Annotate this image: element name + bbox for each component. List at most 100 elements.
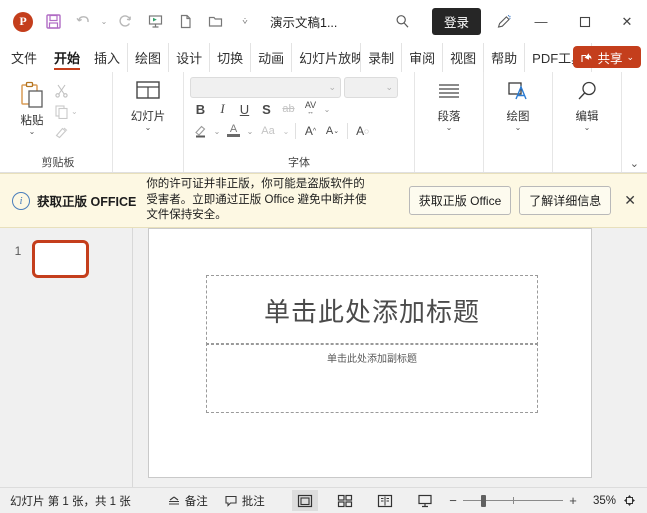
paragraph-button[interactable]: 段落 ⌄ [427, 76, 471, 132]
format-painter-button[interactable] [54, 123, 78, 141]
redo-icon[interactable] [110, 7, 140, 37]
share-button[interactable]: 共享 ⌄ [573, 46, 641, 68]
slideshow-button[interactable] [412, 490, 438, 511]
decrease-font-size-icon[interactable]: A ⌄ [322, 121, 343, 141]
share-icon [580, 51, 593, 64]
thumbnail-list-item[interactable]: 1 [0, 240, 132, 278]
change-case-icon[interactable]: Aa [256, 121, 280, 141]
fit-slide-icon[interactable] [616, 493, 643, 508]
text-shadow-icon[interactable]: S [256, 99, 277, 119]
info-circle-icon: i [12, 191, 30, 210]
font-color-caret-icon[interactable]: ⌄ [245, 121, 255, 141]
minimize-button[interactable]: — [519, 0, 563, 43]
open-folder-icon[interactable] [200, 7, 230, 37]
title-placeholder[interactable]: 单击此处添加标题 [206, 275, 538, 345]
copy-button[interactable]: ⌄ [54, 102, 78, 120]
tab-view[interactable]: 视图 [443, 43, 485, 72]
tab-review[interactable]: 审阅 [402, 43, 444, 72]
paragraph-caret-icon[interactable]: ⌄ [446, 124, 453, 132]
font-name-input[interactable]: ⌄ [190, 76, 341, 98]
drawing-button[interactable]: 绘图 ⌄ [496, 76, 540, 132]
highlight-color-icon[interactable] [190, 121, 211, 141]
italic-icon[interactable]: I [212, 99, 233, 119]
underline-icon[interactable]: U [234, 99, 255, 119]
undo-icon[interactable] [68, 7, 98, 37]
new-slide-label: 幻灯片 [130, 111, 166, 123]
editing-button[interactable]: 编辑 ⌄ [565, 76, 609, 132]
new-slide-caret-icon[interactable]: ⌄ [145, 124, 152, 132]
get-genuine-office-button[interactable]: 获取正版 Office [408, 186, 512, 215]
drawing-caret-icon[interactable]: ⌄ [515, 124, 522, 132]
new-slide-icon [133, 80, 163, 106]
strikethrough-icon[interactable]: ab [278, 99, 299, 119]
new-file-icon[interactable] [170, 7, 200, 37]
signin-button[interactable]: 登录 [431, 8, 481, 35]
new-slide-button[interactable]: 幻灯片 ⌄ [126, 76, 170, 132]
paste-caret-icon[interactable]: ⌄ [29, 128, 36, 136]
zoom-in-button[interactable]: + [568, 493, 578, 508]
editing-caret-icon[interactable]: ⌄ [584, 124, 591, 132]
notes-button[interactable]: 备注 [159, 490, 216, 511]
reading-view-button[interactable] [372, 490, 398, 511]
comment-icon [224, 494, 238, 508]
character-spacing-icon[interactable]: AV ↔ [300, 99, 321, 119]
slide-canvas[interactable]: 单击此处添加标题 单击此处添加副标题 [148, 228, 592, 478]
start-slideshow-icon[interactable] [140, 7, 170, 37]
powerpoint-window: P ⌄ ⩒ 演示文稿1... 登录 — ✕ 文件 开始 插入 绘图 设计 切换 … [0, 0, 647, 513]
learn-more-button[interactable]: 了解详细信息 [519, 186, 612, 215]
customize-qat-icon[interactable]: ⩒ [230, 7, 260, 37]
tab-animations[interactable]: 动画 [251, 43, 293, 72]
collapse-ribbon-icon[interactable]: ⌄ [630, 157, 639, 170]
bold-icon[interactable]: B [190, 99, 211, 119]
copy-caret-icon[interactable]: ⌄ [71, 107, 78, 116]
search-icon[interactable] [388, 7, 418, 37]
font-size-caret-icon[interactable]: ⌄ [385, 82, 393, 93]
title-bar-right: 登录 — ✕ [388, 0, 647, 43]
clear-formatting-icon[interactable]: A ◌ [352, 121, 373, 141]
paste-button[interactable]: 粘贴 ⌄ [10, 76, 54, 136]
slide-thumbnail-pane[interactable]: 1 [0, 228, 133, 487]
tab-home[interactable]: 开始 [47, 43, 87, 72]
font-selectors: ⌄ ⌄ [190, 76, 398, 98]
tab-help[interactable]: 帮助 [484, 43, 526, 72]
tab-file[interactable]: 文件 [4, 43, 47, 72]
cut-scissors-icon [54, 83, 69, 98]
normal-view-button[interactable] [292, 490, 318, 511]
cut-button[interactable] [54, 81, 78, 99]
highlight-color-caret-icon[interactable]: ⌄ [212, 121, 222, 141]
banner-message: 你的许可证并非正版，你可能是盗版软件的受害者。立即通过正版 Office 避免中… [146, 178, 367, 222]
undo-dropdown-icon[interactable]: ⌄ [98, 7, 110, 37]
font-name-caret-icon[interactable]: ⌄ [328, 82, 336, 93]
font-size-input[interactable]: ⌄ [344, 76, 398, 98]
editing-label: 编辑 [575, 111, 599, 123]
font-color-icon[interactable]: A [223, 121, 244, 141]
zoom-level-label[interactable]: 35% [582, 495, 616, 507]
editing-search-icon [572, 80, 602, 106]
save-icon[interactable] [38, 7, 68, 37]
zoom-slider[interactable] [463, 494, 563, 508]
tab-slideshow[interactable]: 幻灯片放映 [292, 43, 362, 72]
tab-design[interactable]: 设计 [169, 43, 211, 72]
maximize-button[interactable] [563, 0, 607, 43]
font-color-glyph: A [229, 123, 238, 136]
tab-record[interactable]: 录制 [361, 43, 403, 72]
increase-font-size-icon[interactable]: A ^ [300, 121, 321, 141]
ribbon-group-font: ⌄ ⌄ B I U S ab AV ↔ ⌄ ⌄ A ⌄ Aa ⌄ A ^ A ⌄… [183, 72, 414, 172]
tab-insert[interactable]: 插入 [87, 43, 129, 72]
subtitle-placeholder[interactable]: 单击此处添加副标题 [206, 343, 538, 413]
zoom-slider-handle[interactable] [481, 494, 486, 507]
character-spacing-caret-icon[interactable]: ⌄ [322, 99, 332, 119]
close-banner-icon[interactable]: ✕ [619, 192, 641, 209]
comments-button[interactable]: 批注 [216, 490, 273, 511]
slide-thumbnail-1[interactable] [32, 240, 89, 278]
font-format-row-1: B I U S ab AV ↔ ⌄ [190, 98, 332, 120]
slide-position-indicator[interactable]: 幻灯片 第 1 张，共 1 张 [10, 490, 139, 511]
tab-draw[interactable]: 绘图 [128, 43, 170, 72]
share-caret-icon[interactable]: ⌄ [626, 52, 634, 63]
close-button[interactable]: ✕ [607, 0, 647, 43]
designer-pen-icon[interactable] [489, 7, 519, 37]
tab-transitions[interactable]: 切换 [210, 43, 252, 72]
slide-sorter-button[interactable] [332, 490, 358, 511]
change-case-caret-icon[interactable]: ⌄ [281, 121, 291, 141]
zoom-out-button[interactable]: − [448, 493, 458, 508]
